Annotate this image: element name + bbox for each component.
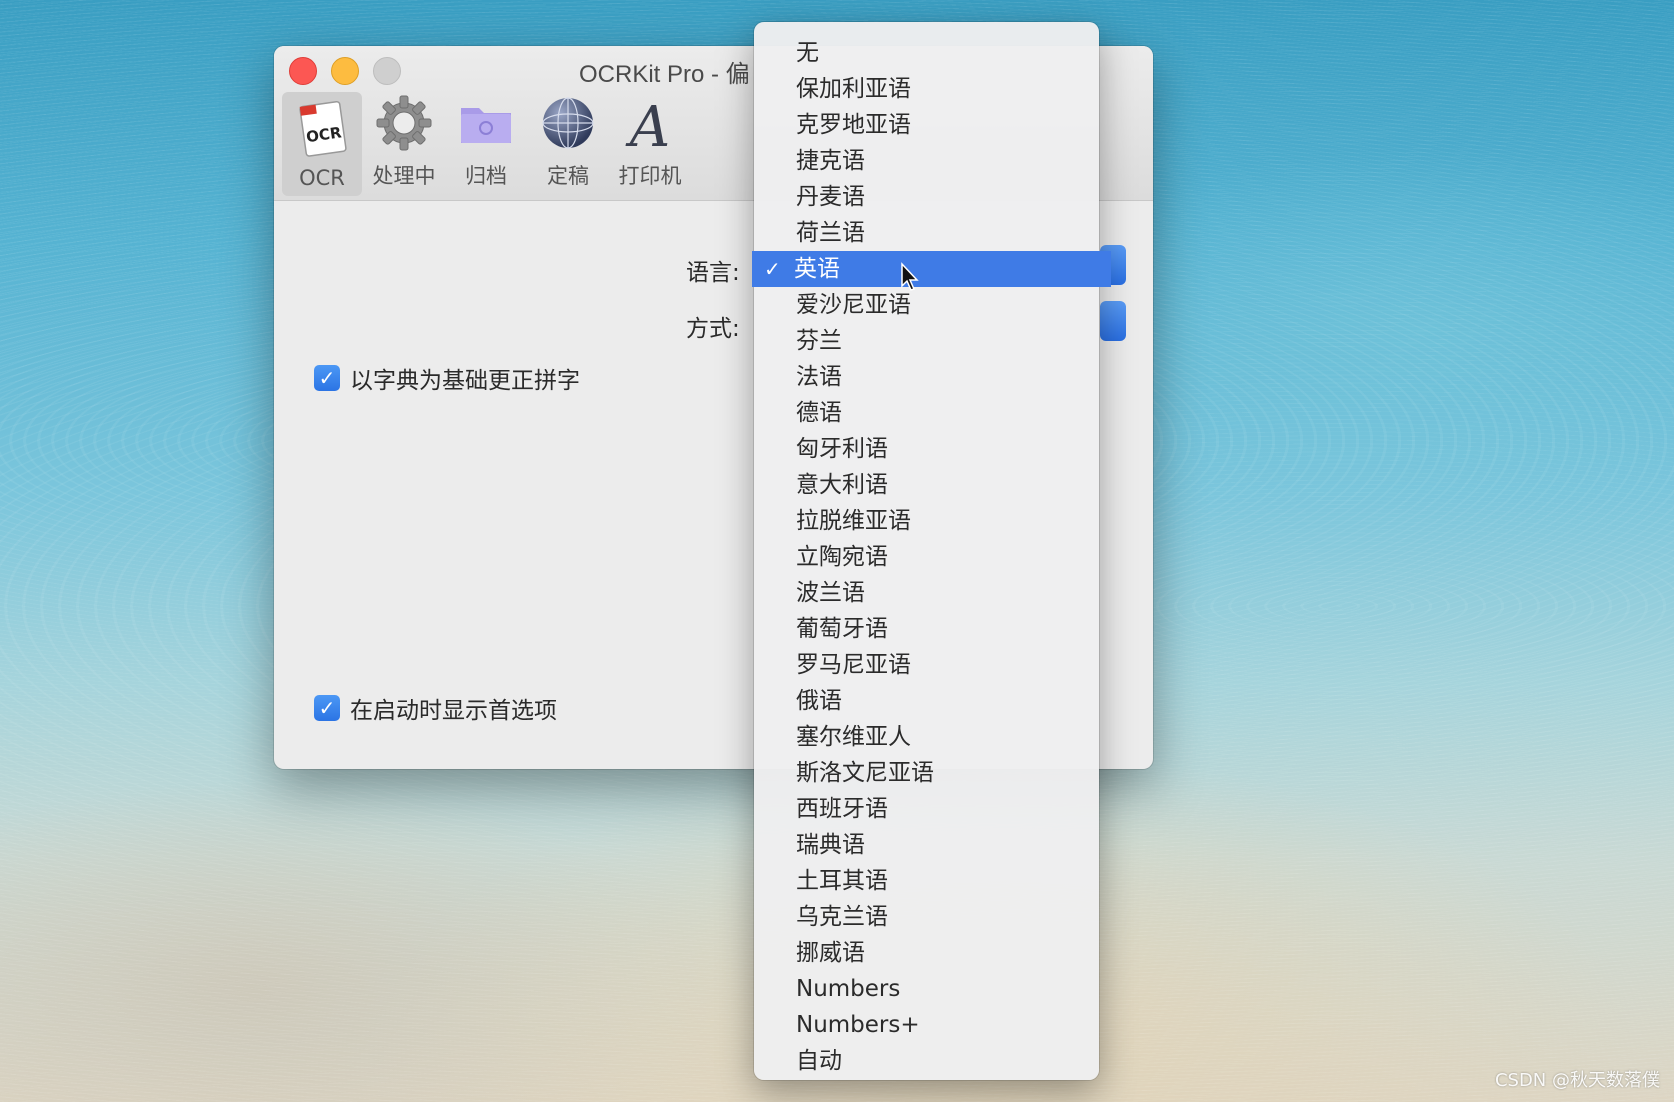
show-prefs-checkbox[interactable]: ✓	[314, 695, 340, 721]
menu-item-label: 法语	[796, 364, 842, 390]
folder-icon	[461, 108, 511, 143]
menu-item[interactable]: ✓ 英语	[752, 251, 1111, 287]
menu-item-label: 西班牙语	[796, 796, 888, 822]
menu-item-label: 无	[796, 40, 819, 66]
menu-item-label: Numbers+	[796, 1012, 920, 1038]
menu-item-label: 波兰语	[796, 580, 865, 606]
menu-item-label: 保加利亚语	[796, 76, 911, 102]
tab-ocr[interactable]: OCR OCR	[282, 92, 362, 196]
spellcheck-label: 以字典为基础更正拼字	[350, 368, 580, 394]
menu-item-label: 自动	[796, 1048, 842, 1074]
menu-item[interactable]: 爱沙尼亚语	[754, 287, 1099, 323]
menu-item[interactable]: 波兰语	[754, 575, 1099, 611]
gear-icon	[376, 95, 432, 151]
menu-item[interactable]: 瑞典语	[754, 827, 1099, 863]
show-prefs-label: 在启动时显示首选项	[350, 698, 557, 724]
menu-item-label: Numbers	[796, 976, 901, 1002]
globe-icon	[542, 97, 594, 149]
menu-item-label: 英语	[794, 256, 840, 282]
menu-item[interactable]: 保加利亚语	[754, 71, 1099, 107]
menu-item[interactable]: 挪威语	[754, 935, 1099, 971]
menu-item[interactable]: Numbers+	[754, 1007, 1099, 1043]
menu-item[interactable]: 西班牙语	[754, 791, 1099, 827]
menu-item-label: 荷兰语	[796, 220, 865, 246]
menu-item[interactable]: 乌克兰语	[754, 899, 1099, 935]
menu-item-label: 挪威语	[796, 940, 865, 966]
menu-item-label: 丹麦语	[796, 184, 865, 210]
menu-item-label: 土耳其语	[796, 868, 888, 894]
ocr-document-icon: OCR	[299, 100, 347, 157]
menu-item-label: 德语	[796, 400, 842, 426]
zoom-button[interactable]	[373, 57, 401, 85]
menu-item[interactable]: 塞尔维亚人	[754, 719, 1099, 755]
window-title: OCRKit Pro - 偏	[579, 61, 750, 88]
menu-item-label: 捷克语	[796, 148, 865, 174]
svg-text:A: A	[625, 95, 670, 154]
font-a-icon: A	[625, 95, 670, 154]
show-prefs-option[interactable]: ✓ 在启动时显示首选项	[314, 691, 557, 725]
menu-item-label: 克罗地亚语	[796, 112, 911, 138]
menu-item[interactable]: 匈牙利语	[754, 431, 1099, 467]
menu-item[interactable]: 葡萄牙语	[754, 611, 1099, 647]
checkmark-icon: ✓	[764, 257, 781, 281]
menu-item[interactable]: Numbers	[754, 971, 1099, 1007]
menu-item-label: 意大利语	[796, 472, 888, 498]
menu-item[interactable]: 自动	[754, 1043, 1099, 1079]
language-label: 语言:	[686, 260, 740, 286]
menu-item-label: 斯洛文尼亚语	[796, 760, 934, 786]
method-label: 方式:	[686, 316, 740, 342]
mouse-cursor-icon	[901, 262, 919, 291]
tab-finalize-label: 定稿	[547, 164, 589, 188]
tab-printer-label: 打印机	[618, 164, 682, 188]
minimize-button[interactable]	[331, 57, 359, 85]
menu-item[interactable]: 克罗地亚语	[754, 107, 1099, 143]
menu-item[interactable]: 意大利语	[754, 467, 1099, 503]
window-controls	[289, 57, 401, 85]
menu-item-label: 瑞典语	[796, 832, 865, 858]
menu-item[interactable]: 立陶宛语	[754, 539, 1099, 575]
menu-item[interactable]: 土耳其语	[754, 863, 1099, 899]
tab-processing[interactable]: 处理中	[364, 92, 444, 196]
tab-ocr-label: OCR	[299, 166, 345, 190]
preferences-toolbar: OCR OCR 处理中 归档 定稿 A 打印机	[282, 92, 690, 196]
watermark: CSDN @秋天数落僕	[1494, 1070, 1660, 1091]
menu-item-label: 爱沙尼亚语	[796, 292, 911, 318]
menu-item-label: 葡萄牙语	[796, 616, 888, 642]
menu-item-label: 罗马尼亚语	[796, 652, 911, 678]
menu-item-label: 立陶宛语	[796, 544, 888, 570]
menu-item-label: 匈牙利语	[796, 436, 888, 462]
menu-item-label: 拉脱维亚语	[796, 508, 911, 534]
menu-item[interactable]: 荷兰语	[754, 215, 1099, 251]
menu-item[interactable]: 捷克语	[754, 143, 1099, 179]
menu-item[interactable]: 罗马尼亚语	[754, 647, 1099, 683]
menu-item[interactable]: 法语	[754, 359, 1099, 395]
tab-printer[interactable]: A 打印机	[610, 92, 690, 196]
menu-item-label: 塞尔维亚人	[796, 724, 911, 750]
tab-finalize[interactable]: 定稿	[528, 92, 608, 196]
menu-item-label: 俄语	[796, 688, 842, 714]
menu-item-label: 乌克兰语	[796, 904, 888, 930]
language-menu-list: 无保加利亚语克罗地亚语捷克语丹麦语荷兰语 ✓ 英语爱沙尼亚语芬兰法语德语匈牙利语意大…	[752, 35, 1111, 1079]
language-dropdown-menu: 无保加利亚语克罗地亚语捷克语丹麦语荷兰语 ✓ 英语爱沙尼亚语芬兰法语德语匈牙利语意大…	[752, 22, 1111, 1080]
tab-processing-label: 处理中	[372, 164, 436, 188]
spellcheck-option[interactable]: ✓ 以字典为基础更正拼字	[314, 361, 580, 395]
tab-archive[interactable]: 归档	[446, 92, 526, 196]
menu-item[interactable]: 德语	[754, 395, 1099, 431]
tab-archive-label: 归档	[465, 164, 507, 188]
menu-item[interactable]: 俄语	[754, 683, 1099, 719]
menu-item-label: 芬兰	[796, 328, 842, 354]
menu-item[interactable]: 丹麦语	[754, 179, 1099, 215]
method-popup-button[interactable]	[1100, 301, 1126, 341]
menu-item[interactable]: 无	[754, 35, 1099, 71]
close-button[interactable]	[289, 57, 317, 85]
spellcheck-checkbox[interactable]: ✓	[314, 365, 340, 391]
menu-item[interactable]: 斯洛文尼亚语	[754, 755, 1099, 791]
menu-item[interactable]: 拉脱维亚语	[754, 503, 1099, 539]
menu-item[interactable]: 芬兰	[754, 323, 1099, 359]
